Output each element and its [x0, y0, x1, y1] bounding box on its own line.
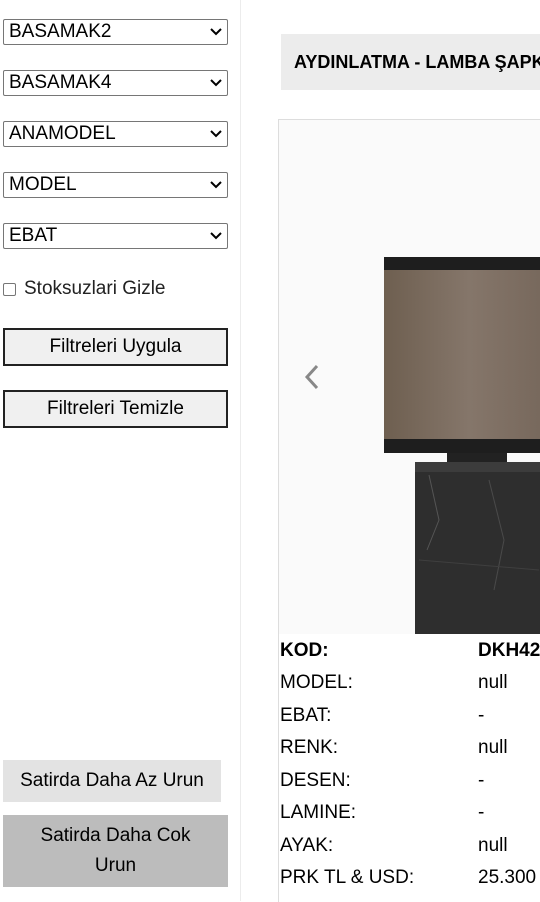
- chevron-down-icon: [210, 174, 222, 196]
- select-basamak2[interactable]: BASAMAK2: [3, 19, 228, 45]
- prev-image-button[interactable]: [302, 362, 322, 397]
- chevron-left-icon: [304, 364, 319, 390]
- chevron-down-icon: [210, 225, 222, 247]
- hide-out-of-stock-toggle[interactable]: Stoksuzlari Gizle: [3, 277, 166, 301]
- hide-out-of-stock-checkbox[interactable]: [3, 282, 16, 296]
- product-row-value: -: [478, 705, 485, 726]
- filter-sidebar: BASAMAK2 BASAMAK4 ANAMODEL MODEL EBAT St…: [0, 0, 241, 901]
- apply-filters-button[interactable]: Filtreleri Uygula: [3, 328, 228, 366]
- select-value: ANAMODEL: [9, 123, 116, 144]
- more-per-row-button[interactable]: Satirda Daha Cok Urun: [3, 815, 228, 887]
- select-value: BASAMAK2: [9, 21, 112, 42]
- product-row-value: DKH42: [478, 640, 540, 661]
- category-title: AYDINLATMA - LAMBA ŞAPKASI: [281, 34, 540, 90]
- select-model[interactable]: MODEL: [3, 172, 228, 198]
- product-row-value: -: [478, 802, 485, 823]
- select-ebat[interactable]: EBAT: [3, 223, 228, 249]
- more-per-row-label: Satirda Daha Cok Urun: [40, 825, 191, 876]
- chevron-down-icon: [210, 21, 222, 43]
- product-row-key: AYAK:: [280, 835, 334, 856]
- product-row-key: PRK TL & USD:: [280, 867, 415, 888]
- fewer-per-row-button[interactable]: Satirda Daha Az Urun: [3, 760, 221, 802]
- product-row-key: KOD:: [280, 640, 329, 661]
- select-value: EBAT: [9, 225, 58, 246]
- product-row-value: 25.300: [478, 867, 537, 888]
- clear-filters-button[interactable]: Filtreleri Temizle: [3, 390, 228, 428]
- product-row-key: DESEN:: [280, 770, 351, 791]
- chevron-down-icon: [210, 72, 222, 94]
- chevron-down-icon: [210, 123, 222, 145]
- select-anamodel[interactable]: ANAMODEL: [3, 121, 228, 147]
- product-row-key: RENK:: [280, 737, 339, 758]
- select-value: BASAMAK4: [9, 72, 112, 93]
- product-row-value: null: [478, 835, 508, 856]
- product-row-value: null: [478, 672, 508, 693]
- select-value: MODEL: [9, 174, 77, 195]
- product-row-value: -: [478, 770, 485, 791]
- select-basamak4[interactable]: BASAMAK4: [3, 70, 228, 96]
- hide-out-of-stock-label: Stoksuzlari Gizle: [24, 278, 166, 299]
- product-row-key: MODEL:: [280, 672, 353, 693]
- product-row-key: EBAT:: [280, 705, 332, 726]
- product-row-key: LAMINE:: [280, 802, 357, 823]
- product-row-value: null: [478, 737, 508, 758]
